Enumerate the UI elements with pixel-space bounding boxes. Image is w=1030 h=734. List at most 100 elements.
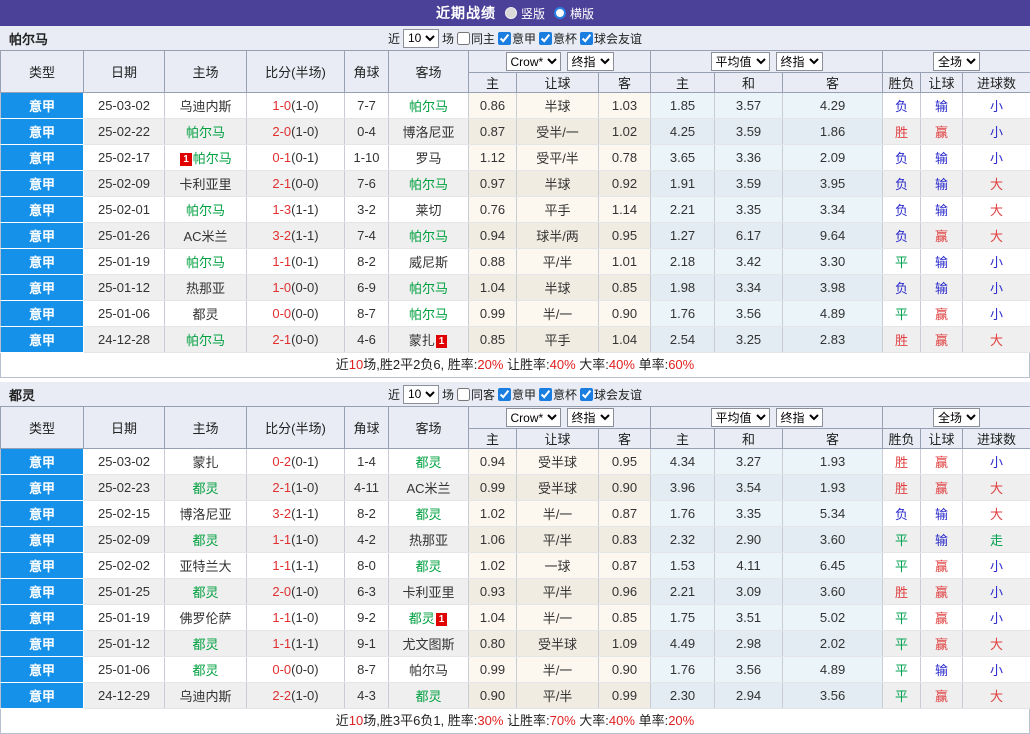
goals-result-cell: 小 bbox=[963, 119, 1030, 145]
home-team-cell: 蒙扎 bbox=[165, 449, 247, 475]
same-venue-option[interactable]: 同主 bbox=[457, 30, 495, 47]
average-select[interactable]: 平均值 bbox=[711, 52, 770, 71]
date-cell: 25-01-12 bbox=[84, 631, 165, 657]
col-score: 比分(半场) bbox=[247, 51, 345, 93]
handicap-result-cell: 输 bbox=[921, 249, 963, 275]
friendly-option[interactable]: 球会友谊 bbox=[580, 386, 642, 403]
home-team-cell: 卡利亚里 bbox=[165, 171, 247, 197]
league-option[interactable]: 意甲 bbox=[498, 30, 536, 47]
cup-option[interactable]: 意杯 bbox=[539, 386, 577, 403]
friendly-checkbox[interactable] bbox=[580, 32, 593, 45]
date-cell: 25-02-02 bbox=[84, 553, 165, 579]
handicap-result-cell: 赢 bbox=[921, 119, 963, 145]
handicap-result-cell: 赢 bbox=[921, 579, 963, 605]
page-title: 近期战绩 bbox=[436, 3, 496, 23]
handicap-line-cell: 半/一 bbox=[517, 605, 599, 631]
date-cell: 25-01-06 bbox=[84, 301, 165, 327]
summary-segment: 20% bbox=[477, 357, 503, 372]
league-cell: 意甲 bbox=[1, 631, 84, 657]
score-cell: 0-2(0-1) bbox=[247, 449, 345, 475]
average-select[interactable]: 平均值 bbox=[711, 408, 770, 427]
league-cell: 意甲 bbox=[1, 553, 84, 579]
handicap-away-odds-cell: 1.03 bbox=[599, 93, 651, 119]
near-count-select[interactable]: 10 bbox=[403, 385, 439, 404]
goals-result-cell: 小 bbox=[963, 579, 1030, 605]
league-cell: 意甲 bbox=[1, 301, 84, 327]
handicap-result-cell: 赢 bbox=[921, 553, 963, 579]
avg-home-odds-cell: 3.65 bbox=[651, 145, 715, 171]
handicap-away-odds-cell: 1.04 bbox=[599, 327, 651, 353]
col-avg-home: 主 bbox=[651, 429, 715, 449]
parma-section: 帕尔马 近 10 场 同主 意甲 意杯 球会友谊 类型 bbox=[0, 26, 1030, 378]
handicap-home-odds-cell: 0.99 bbox=[469, 475, 517, 501]
away-team-cell: 都灵1 bbox=[389, 605, 469, 631]
result-cell: 胜 bbox=[883, 579, 921, 605]
match-row: 意甲25-02-09卡利亚里2-1(0-0)7-6帕尔马0.97半球0.921.… bbox=[1, 171, 1030, 197]
handicap-home-odds-cell: 1.04 bbox=[469, 275, 517, 301]
near-count-select[interactable]: 10 bbox=[403, 29, 439, 48]
away-team-cell: 卡利亚里 bbox=[389, 579, 469, 605]
summary-segment: 单率: bbox=[635, 713, 668, 728]
result-cell: 负 bbox=[883, 171, 921, 197]
handicap-line-cell: 平/半 bbox=[517, 527, 599, 553]
final-odds-select[interactable]: 终指 bbox=[567, 52, 614, 71]
corner-cell: 6-9 bbox=[345, 275, 389, 301]
league-checkbox[interactable] bbox=[498, 32, 511, 45]
avg-draw-odds-cell: 3.56 bbox=[715, 657, 783, 683]
away-team-cell: 帕尔马 bbox=[389, 93, 469, 119]
torino-table-body: 意甲25-03-02蒙扎0-2(0-1)1-4都灵0.94受半球0.954.34… bbox=[1, 449, 1030, 709]
final-odds-select-2[interactable]: 终指 bbox=[776, 52, 823, 71]
handicap-home-odds-cell: 0.85 bbox=[469, 327, 517, 353]
avg-home-odds-cell: 4.25 bbox=[651, 119, 715, 145]
bookmaker-select[interactable]: Crow* bbox=[506, 408, 561, 427]
cup-checkbox[interactable] bbox=[539, 32, 552, 45]
bookmaker-select[interactable]: Crow* bbox=[506, 52, 561, 71]
scope-select[interactable]: 全场 bbox=[933, 408, 980, 427]
match-row: 意甲25-02-23都灵2-1(1-0)4-11AC米兰0.99受半球0.903… bbox=[1, 475, 1030, 501]
layout-option-vertical[interactable]: 竖版 bbox=[505, 5, 545, 22]
final-odds-select-2[interactable]: 终指 bbox=[776, 408, 823, 427]
same-venue-checkbox[interactable] bbox=[457, 32, 470, 45]
red-card-badge: 1 bbox=[180, 153, 192, 166]
corner-cell: 4-3 bbox=[345, 683, 389, 709]
col-away: 客场 bbox=[389, 51, 469, 93]
scope-select[interactable]: 全场 bbox=[933, 52, 980, 71]
handicap-home-odds-cell: 0.86 bbox=[469, 93, 517, 119]
corner-cell: 8-7 bbox=[345, 301, 389, 327]
same-venue-option[interactable]: 同客 bbox=[457, 386, 495, 403]
col-handicap-result: 让球 bbox=[921, 73, 963, 93]
goals-result-cell: 小 bbox=[963, 275, 1030, 301]
summary-segment: 场,胜3平6负1, 胜率: bbox=[363, 713, 477, 728]
team-name: 都灵 bbox=[9, 385, 35, 404]
col-away: 客场 bbox=[389, 407, 469, 449]
avg-home-odds-cell: 4.34 bbox=[651, 449, 715, 475]
score-cell: 3-2(1-1) bbox=[247, 223, 345, 249]
friendly-checkbox[interactable] bbox=[580, 388, 593, 401]
same-venue-checkbox[interactable] bbox=[457, 388, 470, 401]
score-cell: 3-2(1-1) bbox=[247, 501, 345, 527]
bookmaker-group-header: Crow* 终指 bbox=[469, 407, 651, 429]
cup-checkbox[interactable] bbox=[539, 388, 552, 401]
vertical-radio[interactable] bbox=[505, 7, 517, 19]
league-checkbox[interactable] bbox=[498, 388, 511, 401]
summary-segment: 40% bbox=[550, 357, 576, 372]
league-cell: 意甲 bbox=[1, 249, 84, 275]
friendly-option[interactable]: 球会友谊 bbox=[580, 30, 642, 47]
avg-draw-odds-cell: 3.42 bbox=[715, 249, 783, 275]
date-cell: 25-02-15 bbox=[84, 501, 165, 527]
summary-segment: 10 bbox=[349, 357, 363, 372]
handicap-away-odds-cell: 0.99 bbox=[599, 683, 651, 709]
final-odds-select[interactable]: 终指 bbox=[567, 408, 614, 427]
col-handicap-home: 主 bbox=[469, 73, 517, 93]
handicap-home-odds-cell: 0.87 bbox=[469, 119, 517, 145]
cup-option[interactable]: 意杯 bbox=[539, 30, 577, 47]
date-cell: 25-03-02 bbox=[84, 93, 165, 119]
avg-away-odds-cell: 2.83 bbox=[783, 327, 883, 353]
layout-option-horizontal[interactable]: 横版 bbox=[554, 5, 594, 22]
col-avg-draw: 和 bbox=[715, 429, 783, 449]
col-home: 主场 bbox=[165, 407, 247, 449]
league-option[interactable]: 意甲 bbox=[498, 386, 536, 403]
result-cell: 负 bbox=[883, 197, 921, 223]
horizontal-radio[interactable] bbox=[554, 7, 566, 19]
handicap-result-cell: 输 bbox=[921, 275, 963, 301]
